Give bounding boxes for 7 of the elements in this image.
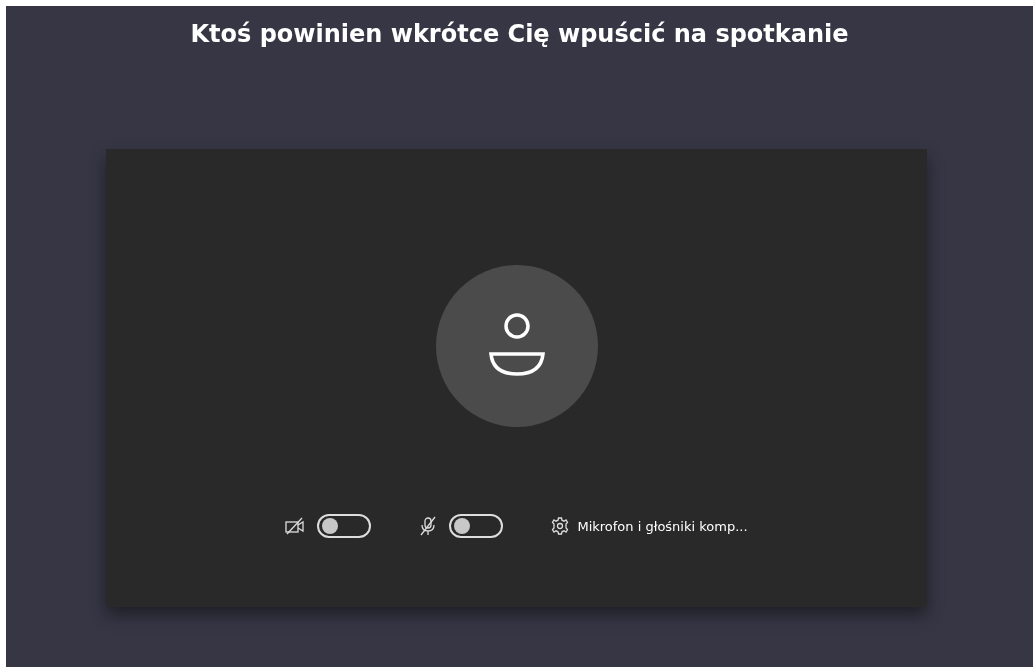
toggle-switch[interactable] bbox=[317, 514, 372, 538]
microphone-off-icon bbox=[419, 516, 438, 536]
settings-icon bbox=[551, 517, 570, 535]
toggle-switch[interactable] bbox=[449, 514, 504, 538]
device-settings-button[interactable]: Mikrofon i głośniki komp... bbox=[551, 517, 748, 535]
camera-off-icon bbox=[285, 517, 306, 535]
page-title: Ktoś powinien wkrótce Cię wpuścić na spotkanie bbox=[190, 20, 849, 48]
